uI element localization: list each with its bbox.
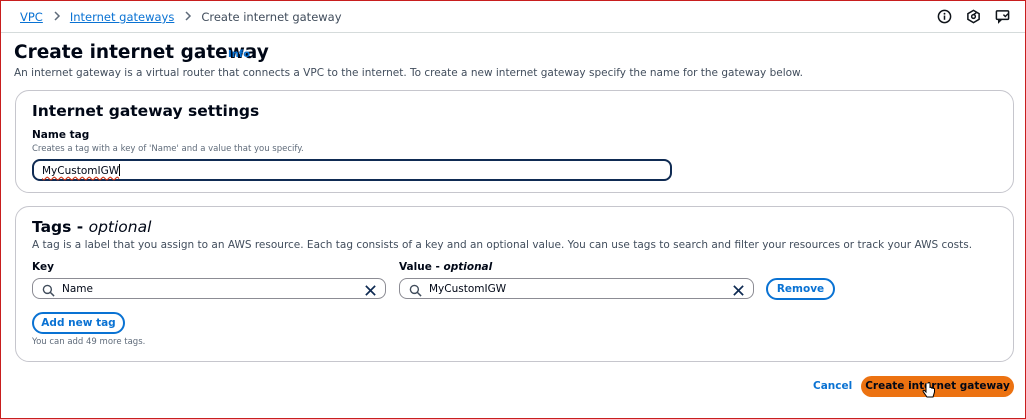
clear-icon[interactable]	[364, 282, 377, 301]
pointer-cursor-icon	[922, 382, 936, 404]
tags-title-text: Tags -	[32, 218, 89, 236]
info-link[interactable]: Info	[228, 49, 250, 60]
name-tag-description: Creates a tag with a key of 'Name' and a…	[32, 144, 304, 154]
create-internet-gateway-button[interactable]: Create internet gateway	[861, 376, 1014, 397]
feedback-icon[interactable]	[995, 9, 1011, 25]
breadcrumb-internet-gateways-link[interactable]: Internet gateways	[70, 10, 175, 24]
tag-value-label-optional: optional	[443, 261, 493, 273]
tags-remaining-text: You can add 49 more tags.	[32, 337, 146, 347]
tag-key-label: Key	[32, 261, 54, 273]
search-icon	[409, 282, 422, 301]
tags-container: Tags - optional A tag is a label that yo…	[15, 206, 1014, 362]
search-icon	[42, 282, 55, 301]
top-right-icons	[937, 9, 1011, 25]
tags-title-optional: optional	[88, 218, 152, 236]
tag-value-value: MyCustomIGW	[429, 283, 507, 295]
info-icon[interactable]	[937, 9, 953, 25]
top-navigation-bar: VPC Internet gateways Create internet ga…	[1, 1, 1025, 33]
chevron-right-icon	[184, 11, 192, 23]
page-description: An internet gateway is a virtual router …	[14, 67, 804, 79]
add-new-tag-button[interactable]: Add new tag	[32, 312, 125, 334]
name-tag-input[interactable]: MyCustomIGW	[32, 159, 672, 181]
tag-value-label-text: Value -	[399, 261, 444, 273]
breadcrumb-vpc-link[interactable]: VPC	[20, 10, 43, 24]
breadcrumb: VPC Internet gateways Create internet ga…	[20, 10, 342, 24]
clear-icon[interactable]	[732, 282, 745, 301]
chevron-right-icon	[53, 11, 61, 23]
internet-gateway-settings-container: Internet gateway settings Name tag Creat…	[15, 90, 1014, 193]
remove-tag-button[interactable]: Remove	[766, 278, 835, 300]
tag-value-input[interactable]: MyCustomIGW	[399, 278, 754, 299]
breadcrumb-current: Create internet gateway	[201, 10, 342, 24]
tag-key-input[interactable]: Name	[32, 278, 386, 299]
tags-description: A tag is a label that you assign to an A…	[32, 239, 973, 251]
notification-icon[interactable]	[966, 9, 982, 25]
name-tag-label: Name tag	[32, 129, 90, 141]
settings-section-title: Internet gateway settings	[32, 102, 260, 120]
text-caret	[119, 164, 121, 176]
tag-key-value: Name	[62, 283, 93, 295]
tag-value-label: Value - optional	[399, 261, 492, 273]
tags-section-title: Tags - optional	[32, 218, 151, 236]
name-tag-value: MyCustomIGW	[42, 165, 120, 177]
cancel-button[interactable]: Cancel	[813, 380, 852, 392]
